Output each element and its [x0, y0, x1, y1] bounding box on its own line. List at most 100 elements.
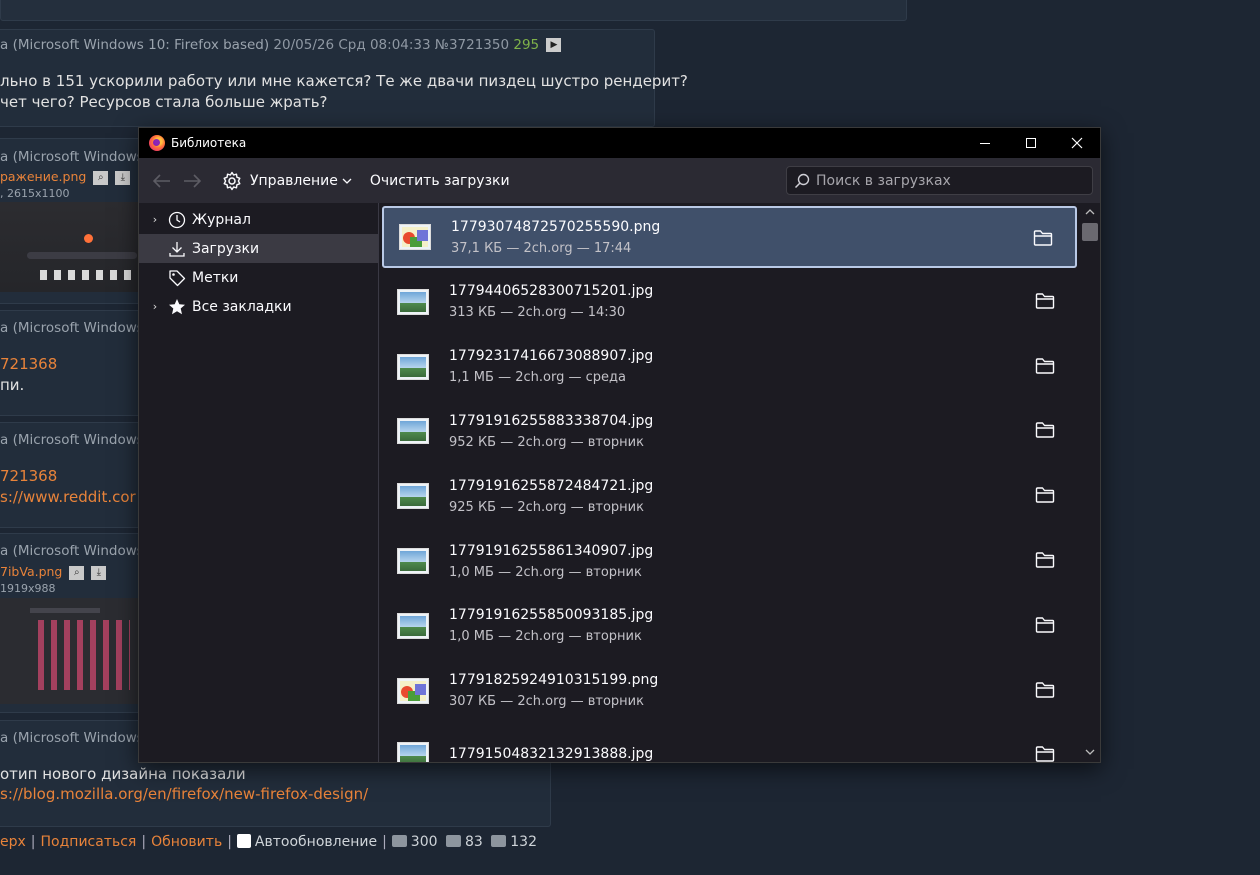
manage-label: Управление	[250, 172, 338, 189]
post-author: а (Microsoft Windows	[0, 543, 144, 559]
previous-post-box	[0, 0, 907, 21]
downloads-list[interactable]: 17793074872570255590.png 37,1 КБ — 2ch.or…	[379, 203, 1100, 762]
jpg-file-icon	[397, 742, 429, 762]
download-meta: 307 КБ — 2ch.org — вторник	[449, 694, 644, 710]
scrollbar-thumb[interactable]	[1082, 223, 1098, 241]
folder-icon[interactable]	[1035, 745, 1055, 762]
post-text: отип нового дизайна показали	[0, 765, 246, 783]
clock-icon	[167, 210, 187, 230]
separator: |	[141, 834, 147, 850]
folder-icon[interactable]	[1035, 681, 1055, 699]
download-info: 17791916255872484721.jpg 925 КБ — 2ch.org…	[449, 476, 653, 517]
folder-icon[interactable]	[1035, 551, 1055, 569]
download-item[interactable]: 17791916255872484721.jpg 925 КБ — 2ch.org…	[382, 465, 1077, 527]
image-thumbnail[interactable]	[0, 598, 142, 704]
jpg-file-icon	[397, 483, 429, 510]
download-meta: 952 КБ — 2ch.org — вторник	[449, 434, 644, 450]
download-item[interactable]: 17791916255850093185.jpg 1,0 МБ — 2ch.org…	[382, 595, 1077, 657]
download-info: 17791916255850093185.jpg 1,0 МБ — 2ch.org…	[449, 605, 653, 646]
image-thumbnail[interactable]	[0, 202, 142, 292]
thread-footer: ерх | Подписаться | Обновить | Автообновление |…	[0, 834, 537, 850]
download-item[interactable]: 17793074872570255590.png 37,1 КБ — 2ch.or…	[382, 206, 1077, 268]
sidebar-item-history[interactable]: › Журнал	[139, 205, 378, 234]
separator: |	[382, 834, 387, 850]
download-item[interactable]: 17791916255883338704.jpg 952 КБ — 2ch.org…	[382, 400, 1077, 462]
subscribe-link[interactable]: Подписаться	[41, 834, 137, 850]
download-item[interactable]: 17794406528300715201.jpg 313 КБ — 2ch.org…	[382, 271, 1077, 333]
external-link[interactable]: s://blog.mozilla.org/en/firefox/new-fire…	[0, 784, 368, 805]
png-file-icon	[397, 677, 429, 704]
up-link[interactable]: ерх	[0, 834, 26, 850]
chevron-down-icon	[342, 178, 352, 184]
refresh-link[interactable]: Обновить	[151, 834, 222, 850]
post-line: чет чего? Ресурсов стала больше жрать?	[0, 93, 328, 111]
back-button[interactable]	[147, 166, 177, 196]
sidebar: › Журнал Загрузки Метки › Все закладки	[139, 203, 379, 762]
forward-button[interactable]	[177, 166, 207, 196]
autorefresh-checkbox[interactable]	[236, 834, 251, 848]
folder-icon[interactable]	[1035, 486, 1055, 504]
sidebar-item-label: Метки	[192, 269, 239, 286]
sidebar-item-label: Журнал	[192, 211, 251, 228]
scroll-up-icon[interactable]	[1080, 205, 1100, 219]
download-info: 17792317416673088907.jpg 1,1 МБ — 2ch.org…	[449, 346, 653, 387]
download-icon[interactable]: ⤓	[91, 565, 107, 580]
folder-icon[interactable]	[1035, 292, 1055, 310]
twisty-icon[interactable]: ›	[149, 300, 161, 313]
search-box[interactable]	[786, 166, 1093, 195]
minimize-button[interactable]	[962, 128, 1008, 158]
download-meta: 1,1 МБ — 2ch.org — среда	[449, 370, 626, 386]
jpg-file-icon	[397, 612, 429, 639]
post-number[interactable]: №3721350	[435, 37, 509, 53]
search-input[interactable]	[816, 172, 1086, 189]
gear-icon[interactable]	[221, 170, 243, 192]
folder-icon[interactable]	[1035, 616, 1055, 634]
thumb-shortcuts	[40, 270, 140, 280]
post-text: льно в 151 ускорили работу или мне кажет…	[0, 71, 688, 113]
reply-link[interactable]: 721368	[0, 354, 57, 375]
external-link[interactable]: s://www.reddit.cor	[0, 487, 136, 508]
post-with-image: а (Microsoft Windows ражение.png ⌕ ⤓ , 2…	[0, 138, 144, 304]
scroll-down-icon[interactable]	[1080, 746, 1100, 760]
download-item[interactable]: 17792317416673088907.jpg 1,1 МБ — 2ch.org…	[382, 336, 1077, 398]
download-icon[interactable]: ⤓	[115, 170, 131, 185]
manage-menu-button[interactable]: Управление	[250, 173, 352, 189]
maximize-button[interactable]	[1008, 128, 1054, 158]
scrollbar[interactable]	[1080, 203, 1100, 762]
play-icon[interactable]: ▶	[546, 38, 562, 52]
download-filename: 17793074872570255590.png	[451, 218, 661, 235]
sidebar-item-tags[interactable]: Метки	[139, 263, 378, 292]
file-link[interactable]: ражение.png	[0, 169, 86, 184]
sidebar-item-downloads[interactable]: Загрузки	[139, 234, 378, 263]
sidebar-item-label: Загрузки	[192, 240, 260, 257]
clear-downloads-button[interactable]: Очистить загрузки	[370, 173, 510, 189]
file-link[interactable]: 7ibVa.png	[0, 564, 62, 579]
twisty-icon[interactable]: ›	[149, 213, 161, 226]
toolbar: Управление Очистить загрузки	[139, 158, 1100, 203]
thumb-bar	[30, 608, 100, 613]
download-filename: 17791916255861340907.jpg	[449, 542, 654, 559]
post-author: а (Microsoft Windows	[0, 730, 144, 746]
users-count: 132	[510, 834, 537, 850]
download-item[interactable]: 17791825924910315199.png 307 КБ — 2ch.org…	[382, 660, 1077, 722]
post-author: а (Microsoft Windows 10: Firefox based)	[0, 37, 270, 53]
title-bar[interactable]: Библиотека	[139, 128, 1100, 158]
file-meta: , 2615x1100	[0, 187, 70, 200]
folder-icon[interactable]	[1035, 357, 1055, 375]
folder-icon[interactable]	[1033, 229, 1053, 247]
jpg-file-icon	[397, 353, 429, 380]
search-icon[interactable]: ⌕	[69, 565, 85, 580]
users-icon	[491, 835, 507, 847]
download-info: 17791916255861340907.jpg 1,0 МБ — 2ch.org…	[449, 541, 653, 582]
download-icon	[167, 239, 187, 259]
download-meta: 313 КБ — 2ch.org — 14:30	[449, 305, 626, 321]
post-text: пи.	[0, 376, 25, 394]
reply-link[interactable]: 721368	[0, 466, 57, 487]
folder-icon[interactable]	[1035, 421, 1055, 439]
close-button[interactable]	[1054, 128, 1100, 158]
download-item[interactable]: 17791916255861340907.jpg 1,0 МБ — 2ch.org…	[382, 530, 1077, 592]
download-item[interactable]: 17791504832132913888.jpg	[382, 724, 1077, 762]
post-with-image-2: а (Microsoft Windows 7ibVa.png ⌕ ⤓ 1919x…	[0, 533, 144, 713]
search-icon[interactable]: ⌕	[93, 170, 109, 185]
sidebar-item-all-bookmarks[interactable]: › Все закладки	[139, 292, 378, 321]
